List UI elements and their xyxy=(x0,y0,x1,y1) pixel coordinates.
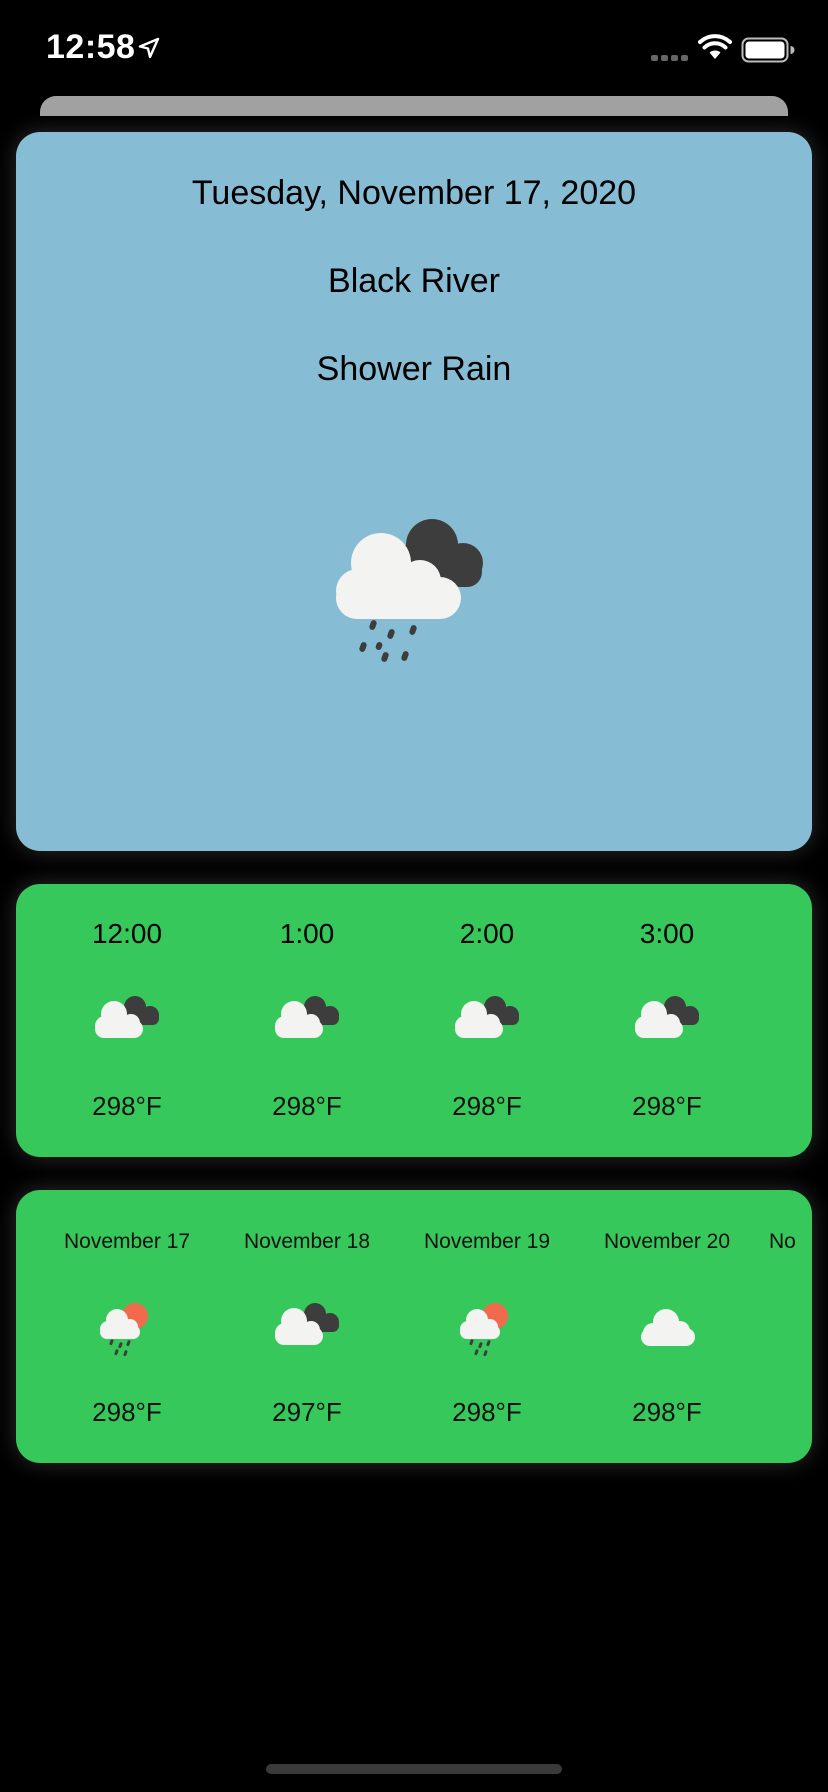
current-date: Tuesday, November 17, 2020 xyxy=(191,174,637,212)
hour-temp: 298°F xyxy=(272,1091,342,1121)
shower-rain-icon xyxy=(336,519,483,662)
day-label-partial: No xyxy=(769,1230,796,1253)
battery-icon xyxy=(741,37,795,63)
current-weather-card: Tuesday, November 17, 2020 Black River S… xyxy=(16,132,812,851)
broken-clouds-icon xyxy=(635,996,699,1038)
day-temp: 297°F xyxy=(272,1397,342,1427)
hour-temp: 298°F xyxy=(452,1091,522,1121)
sun-rain-icon xyxy=(100,1303,148,1357)
hour-label: 1:00 xyxy=(279,918,335,949)
broken-clouds-icon xyxy=(275,996,339,1038)
day-temp: 298°F xyxy=(92,1397,162,1427)
sun-rain-icon xyxy=(460,1303,508,1357)
broken-clouds-icon xyxy=(455,996,519,1038)
daily-forecast-card[interactable]: November 17 298°F November 18 297°F Nove… xyxy=(16,1190,812,1463)
cloud-icon xyxy=(641,1309,695,1346)
home-indicator[interactable] xyxy=(266,1764,562,1774)
background-sheet xyxy=(40,96,788,116)
broken-clouds-icon xyxy=(95,996,159,1038)
hourly-forecast-card[interactable]: 12:00 298°F 1:00 298°F 2:00 298°F 3:00 2… xyxy=(16,884,812,1157)
location-arrow-icon xyxy=(138,37,160,59)
day-label: November 20 xyxy=(603,1230,731,1253)
day-label: November 17 xyxy=(63,1230,191,1253)
broken-clouds-icon xyxy=(275,1303,339,1345)
day-temp: 298°F xyxy=(632,1397,702,1427)
status-time: 12:58 xyxy=(46,28,136,66)
wifi-icon xyxy=(698,34,732,59)
hour-temp: 298°F xyxy=(92,1091,162,1121)
hour-label: 2:00 xyxy=(459,918,515,949)
hour-temp: 298°F xyxy=(632,1091,702,1121)
day-label: November 19 xyxy=(423,1230,551,1253)
weather-condition: Shower Rain xyxy=(316,350,512,388)
status-bar: 12:58 xyxy=(0,0,828,100)
day-temp: 298°F xyxy=(452,1397,522,1427)
day-label: November 18 xyxy=(243,1230,371,1253)
hour-label: 12:00 xyxy=(91,918,163,949)
cellular-signal-icon xyxy=(651,55,688,61)
city-name: Black River xyxy=(328,262,500,300)
hour-label: 3:00 xyxy=(639,918,695,949)
